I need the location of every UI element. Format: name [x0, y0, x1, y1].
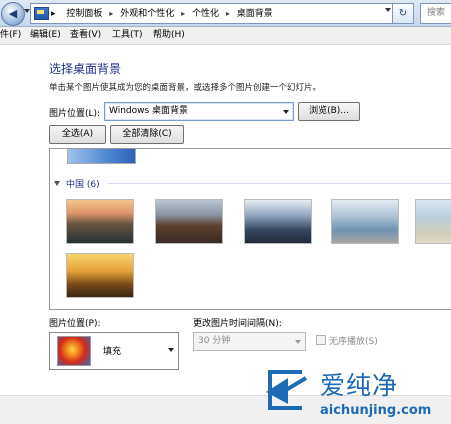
group-header[interactable]: 中国 (6) [54, 177, 100, 190]
refresh-button[interactable]: ↻ [392, 3, 414, 24]
page-description: 单击某个图片使其成为您的桌面背景，或选择多个图片创建一个幻灯片。 [49, 83, 322, 93]
wallpaper-thumbnail-terraces[interactable] [331, 199, 399, 244]
clear-all-button[interactable]: 全部清除(C) [110, 125, 184, 144]
back-button[interactable]: ◀ [1, 2, 25, 26]
watermark-logo-icon [266, 370, 308, 410]
menu-edit[interactable]: 编辑(E) [30, 27, 61, 44]
group-divider [108, 183, 451, 184]
browse-button[interactable]: 浏览(B)... [298, 102, 360, 121]
address-bar: ◀ ▸ 控制面板 ▸ 外观和个性化 ▸ 个性化 ▸ 桌面背景 ↻ 搜索 [0, 0, 451, 27]
wallpaper-thumbnail-huangshan[interactable] [244, 199, 312, 244]
fill-preview-icon [57, 336, 91, 366]
control-panel-icon [34, 7, 49, 20]
interval-label: 更改图片时间间隔(N): [193, 319, 282, 329]
wallpaper-thumbnail-guilin[interactable] [66, 199, 134, 244]
shuffle-checkbox[interactable]: 无序播放(S) [316, 334, 378, 347]
menu-help[interactable]: 帮助(H) [153, 27, 185, 44]
picture-position-select[interactable]: 填充 [49, 332, 179, 370]
collapse-triangle-icon[interactable] [54, 181, 60, 186]
checkbox-icon[interactable] [316, 335, 326, 345]
breadcrumb-path: ▸ 控制面板 ▸ 外观和个性化 ▸ 个性化 ▸ 桌面背景 [51, 4, 273, 23]
watermark-url: aichunjing.com [320, 403, 432, 418]
wallpaper-thumbnail-bridge[interactable] [66, 253, 134, 298]
breadcrumb-separator: ▸ [181, 9, 186, 18]
wallpaper-thumbnail-great-wall[interactable] [155, 199, 223, 244]
picture-position-value: 填充 [103, 347, 122, 357]
menu-file[interactable]: 件(F) [0, 27, 21, 44]
wallpaper-grid[interactable]: 中国 (6) [49, 148, 451, 310]
select-all-button[interactable]: 全选(A) [49, 125, 106, 144]
watermark-text: 爱纯净 [320, 371, 399, 400]
page-title: 选择桌面背景 [49, 62, 122, 76]
wallpaper-thumbnail-partial[interactable] [67, 149, 136, 164]
menu-view[interactable]: 查看(V) [70, 27, 101, 44]
breadcrumb-separator: ▸ [109, 9, 114, 18]
breadcrumb-item-appearance[interactable]: 外观和个性化 [120, 9, 174, 19]
breadcrumb-separator: ▸ [51, 9, 56, 19]
watermark: 爱纯净 aichunjing.com [258, 366, 451, 423]
chevron-down-icon [168, 348, 174, 352]
wallpaper-thumbnail-coast[interactable] [415, 199, 451, 244]
breadcrumb-item-control-panel[interactable]: 控制面板 [66, 9, 102, 19]
picture-location-value: Windows 桌面背景 [109, 106, 189, 116]
picture-location-select[interactable]: Windows 桌面背景 [104, 102, 294, 121]
breadcrumb-item-personalization[interactable]: 个性化 [192, 9, 219, 19]
interval-value: 30 分钟 [198, 336, 231, 346]
menu-tools[interactable]: 工具(T) [112, 27, 143, 44]
menu-bar: 件(F) 编辑(E) 查看(V) 工具(T) 帮助(H) [0, 27, 451, 45]
picture-location-label: 图片位置(L): [49, 109, 101, 119]
address-dropdown-icon[interactable] [385, 8, 391, 12]
interval-select[interactable]: 30 分钟 [193, 332, 306, 351]
breadcrumb-separator: ▸ [225, 9, 230, 18]
breadcrumb[interactable]: ▸ 控制面板 ▸ 外观和个性化 ▸ 个性化 ▸ 桌面背景 [30, 3, 393, 24]
breadcrumb-item-desktop-background[interactable]: 桌面背景 [237, 9, 273, 19]
chevron-down-icon [295, 340, 301, 344]
shuffle-label: 无序播放(S) [329, 337, 378, 347]
picture-position-label: 图片位置(P): [49, 319, 101, 329]
chevron-down-icon [283, 110, 289, 114]
search-input[interactable]: 搜索 [420, 3, 451, 24]
group-name: 中国 (6) [66, 180, 100, 190]
